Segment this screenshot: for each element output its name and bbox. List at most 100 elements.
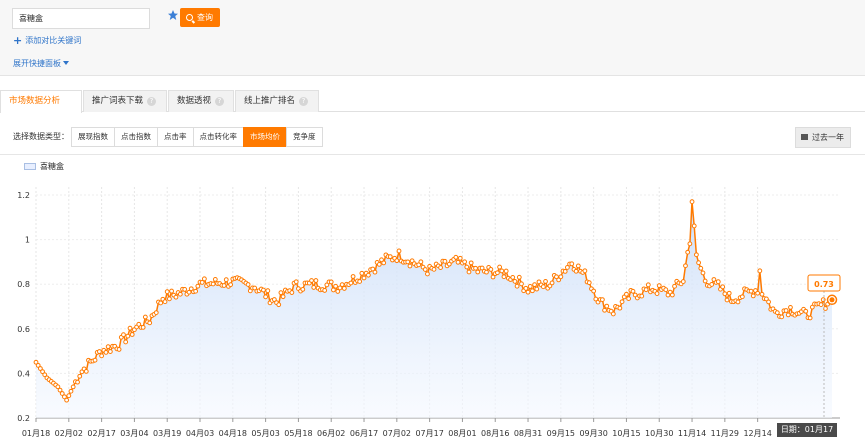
- data-point: [523, 285, 529, 291]
- data-point: [381, 260, 387, 266]
- data-point: [702, 278, 708, 284]
- data-point: [331, 287, 336, 293]
- data-point: [610, 311, 616, 317]
- date-tooltip: 日期：01月17: [777, 423, 837, 437]
- data-point: [466, 269, 472, 275]
- data-point: [300, 286, 306, 292]
- data-point: [158, 300, 164, 306]
- data-point: [468, 260, 474, 266]
- data-point: [313, 278, 319, 283]
- data-point: [365, 272, 371, 278]
- data-point: [709, 282, 715, 287]
- data-point: [569, 261, 575, 267]
- x-tick-label: 02月17: [87, 429, 115, 438]
- data-point: [276, 302, 282, 308]
- data-point: [339, 282, 345, 288]
- data-point: [630, 288, 636, 294]
- data-point: [223, 277, 229, 283]
- data-point: [562, 268, 568, 274]
- data-point: [142, 314, 148, 320]
- data-point: [442, 258, 448, 264]
- data-point: [475, 269, 481, 275]
- data-point: [121, 332, 126, 338]
- data-point: [759, 291, 765, 297]
- data-point: [394, 258, 400, 264]
- x-tick-label: 08月16: [481, 429, 509, 438]
- x-tick-label: 07月17: [415, 429, 443, 438]
- data-point: [591, 288, 597, 294]
- data-point: [309, 278, 314, 283]
- data-point: [586, 280, 592, 286]
- data-point: [212, 276, 218, 282]
- data-point: [173, 294, 179, 300]
- data-point: [499, 268, 505, 274]
- data-point: [739, 294, 745, 300]
- data-point: [532, 282, 537, 288]
- x-tick-label: 06月02: [317, 429, 345, 438]
- data-point: [512, 278, 518, 284]
- x-tick-label: 05月03: [251, 429, 279, 438]
- data-point: [422, 267, 428, 272]
- data-point: [820, 297, 826, 303]
- x-tick-label: 10月15: [612, 429, 640, 438]
- data-point: [510, 275, 516, 280]
- data-point: [322, 288, 328, 293]
- y-tick-label: 0.8: [17, 280, 30, 289]
- x-tick-label: 10月30: [645, 429, 673, 438]
- data-point: [689, 199, 695, 205]
- data-point: [123, 339, 129, 345]
- data-point: [669, 292, 675, 298]
- data-point: [153, 310, 159, 315]
- data-point: [105, 344, 111, 350]
- data-point: [748, 288, 754, 294]
- data-point: [407, 263, 413, 269]
- data-point: [757, 268, 763, 274]
- data-point: [488, 266, 494, 272]
- data-point: [68, 388, 74, 394]
- data-point: [687, 241, 693, 247]
- data-point: [501, 274, 507, 280]
- price-line-chart: 01月18 02月02 02月17 03月04 03月19 04月03 04月18 05月03…: [17, 187, 841, 438]
- data-point: [164, 289, 170, 295]
- data-point: [549, 280, 555, 286]
- data-point: [453, 254, 459, 260]
- x-tick-label: 12月14: [743, 429, 771, 438]
- data-point: [107, 349, 113, 354]
- data-point: [438, 265, 443, 270]
- data-point: [116, 347, 122, 352]
- data-point: [261, 287, 266, 293]
- data-point: [77, 373, 83, 379]
- x-tick-label: 08月31: [514, 429, 542, 438]
- data-point: [92, 357, 98, 363]
- data-point: [755, 290, 761, 296]
- data-point: [289, 290, 295, 295]
- data-point: [418, 259, 424, 265]
- data-point: [147, 320, 153, 326]
- x-tick-label: 04月18: [219, 429, 247, 438]
- data-point: [698, 265, 704, 271]
- x-tick-label: 08月01: [448, 429, 476, 438]
- data-point: [221, 283, 227, 288]
- y-tick-label: 0.2: [17, 414, 30, 423]
- data-point: [619, 299, 625, 305]
- data-point: [803, 308, 809, 314]
- data-point: [372, 269, 378, 275]
- data-point: [774, 310, 780, 316]
- data-point: [643, 287, 649, 293]
- data-point: [726, 290, 732, 296]
- x-tick-label: 11月29: [711, 429, 739, 438]
- data-point: [376, 261, 382, 267]
- data-point: [195, 283, 201, 289]
- data-point: [127, 325, 133, 331]
- data-point: [166, 296, 172, 302]
- data-point: [514, 283, 520, 289]
- data-point: [818, 302, 824, 308]
- data-point: [210, 281, 216, 287]
- data-point: [582, 268, 588, 274]
- data-point: [265, 288, 271, 294]
- data-point: [530, 288, 535, 294]
- data-point: [357, 279, 363, 284]
- x-tick-label: 11月14: [678, 429, 706, 438]
- data-point: [715, 279, 721, 285]
- data-point: [405, 259, 411, 265]
